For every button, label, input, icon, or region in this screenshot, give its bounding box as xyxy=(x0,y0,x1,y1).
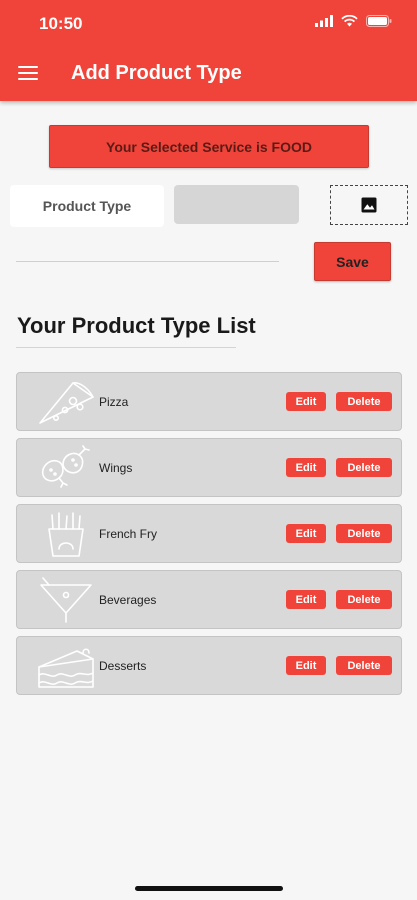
delete-button[interactable]: Delete xyxy=(336,590,392,609)
product-type-label: Product Type xyxy=(10,185,164,227)
item-name: Beverages xyxy=(99,593,157,607)
fries-icon xyxy=(48,512,84,557)
list-title-divider xyxy=(16,347,236,348)
delete-button[interactable]: Delete xyxy=(336,392,392,411)
list-item-french-fry[interactable]: French Fry Edit Delete xyxy=(16,504,402,563)
list-item-wings[interactable]: Wings Edit Delete xyxy=(16,438,402,497)
list-item-desserts[interactable]: Desserts Edit Delete xyxy=(16,636,402,695)
item-name: Wings xyxy=(99,461,133,475)
cake-icon xyxy=(38,648,94,688)
cocktail-icon xyxy=(40,577,92,623)
item-name: Pizza xyxy=(99,395,129,409)
delete-button[interactable]: Delete xyxy=(336,656,392,675)
item-name: Desserts xyxy=(99,659,147,673)
image-picker-button[interactable] xyxy=(330,185,408,225)
hamburger-menu-icon[interactable] xyxy=(18,66,38,82)
list-item-beverages[interactable]: Beverages Edit Delete xyxy=(16,570,402,629)
edit-button[interactable]: Edit xyxy=(286,392,326,411)
delete-button[interactable]: Delete xyxy=(336,458,392,477)
home-indicator xyxy=(135,886,283,891)
selected-service-banner: Your Selected Service is FOOD xyxy=(49,125,369,168)
signal-icon xyxy=(315,15,333,27)
wings-icon xyxy=(41,445,90,488)
status-icons xyxy=(315,15,392,27)
edit-button[interactable]: Edit xyxy=(286,458,326,477)
edit-button[interactable]: Edit xyxy=(286,590,326,609)
delete-button[interactable]: Delete xyxy=(336,524,392,543)
pizza-icon xyxy=(39,382,94,424)
status-time: 10:50 xyxy=(39,14,83,33)
wifi-icon xyxy=(341,15,358,27)
list-item-pizza[interactable]: Pizza Edit Delete xyxy=(16,372,402,431)
battery-icon xyxy=(366,15,392,27)
edit-button[interactable]: Edit xyxy=(286,524,326,543)
edit-button[interactable]: Edit xyxy=(286,656,326,675)
page-title: Add Product Type xyxy=(71,62,242,84)
product-type-list-title: Your Product Type List xyxy=(17,313,256,338)
item-name: French Fry xyxy=(99,527,158,541)
app-bar: 10:50 Add Product Type xyxy=(0,0,417,101)
save-button[interactable]: Save xyxy=(314,242,391,281)
image-icon xyxy=(361,197,377,213)
product-type-input[interactable] xyxy=(174,185,299,224)
input-underline xyxy=(16,261,279,262)
